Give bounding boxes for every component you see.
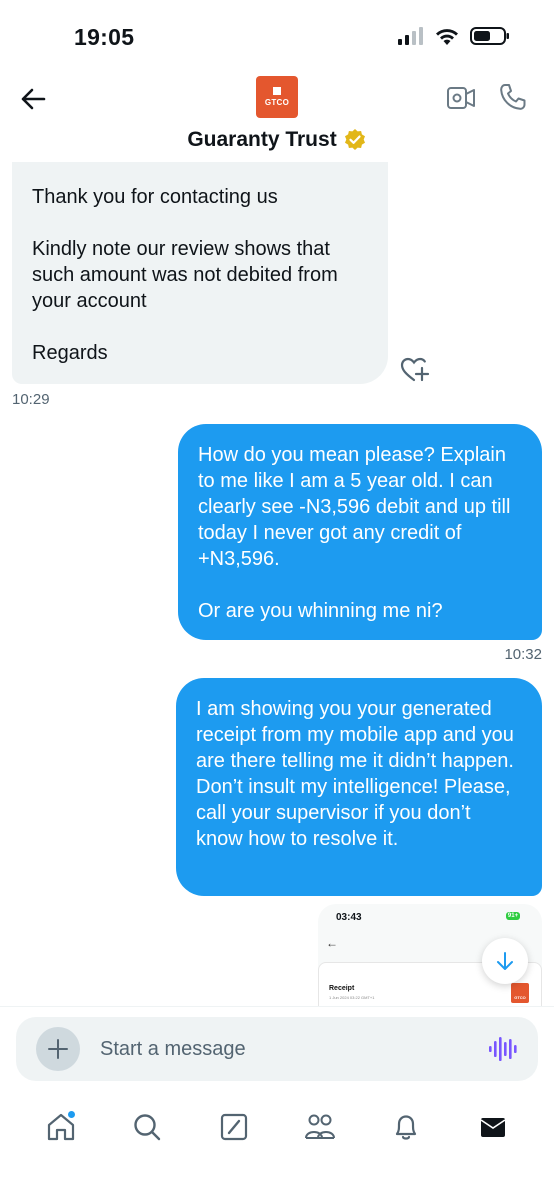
outgoing-message[interactable]: I am showing you your generated receipt … — [176, 678, 542, 896]
outgoing-message[interactable]: How do you mean please? Explain to me li… — [178, 424, 542, 640]
image-status-time: 03:43 — [336, 912, 362, 923]
message-text: Thank you for contacting us — [32, 186, 278, 208]
voice-message-icon[interactable] — [488, 1035, 518, 1063]
image-logo: GTCO — [511, 983, 529, 1003]
wifi-icon — [436, 28, 458, 45]
arrow-down-icon — [497, 952, 513, 970]
nav-grok[interactable] — [212, 1105, 256, 1149]
image-receipt-date: 1 Jun 2024 03:22 GMT+1 — [329, 995, 375, 1000]
messages-icon — [480, 1118, 506, 1137]
bottom-nav — [0, 1092, 554, 1162]
incoming-message[interactable]: Thank you for contacting us Kindly note … — [12, 162, 388, 384]
avatar-logo-mark — [273, 87, 281, 95]
nav-home[interactable] — [39, 1105, 83, 1149]
page-title[interactable]: Guaranty Trust — [187, 128, 336, 152]
arrow-left-icon — [21, 88, 46, 110]
status-icons — [398, 26, 510, 46]
back-button[interactable] — [16, 82, 50, 116]
battery-icon — [470, 27, 509, 45]
image-back-arrow-icon: ← — [326, 936, 338, 950]
communities-icon — [305, 1114, 336, 1139]
status-bar: 19:05 — [0, 0, 554, 70]
phone-icon[interactable] — [498, 82, 528, 112]
video-call-icon[interactable] — [446, 84, 476, 112]
nav-messages[interactable] — [471, 1105, 515, 1149]
nav-communities[interactable] — [298, 1105, 342, 1149]
status-time: 19:05 — [74, 24, 135, 50]
message-text: Regards — [32, 342, 108, 364]
avatar[interactable]: GTCO — [256, 76, 298, 118]
composer-area — [0, 1006, 554, 1088]
message-text: Or are you whinning me ni? — [198, 600, 443, 622]
grok-icon — [220, 1113, 247, 1141]
nav-notifications[interactable] — [384, 1105, 428, 1149]
message-text: Kindly note our review shows that such a… — [32, 238, 338, 312]
image-receipt-title: Receipt — [329, 985, 355, 992]
add-media-button[interactable] — [36, 1027, 80, 1071]
add-reaction-icon[interactable] — [400, 356, 430, 384]
image-battery-badge: 91+ — [506, 912, 520, 920]
verified-badge-icon — [344, 129, 365, 150]
message-composer — [16, 1017, 538, 1081]
message-text: I am showing you your generated receipt … — [196, 698, 514, 850]
cellular-icon — [398, 27, 423, 45]
title-wrap: Guaranty Trust — [0, 128, 554, 152]
scroll-to-bottom-button[interactable] — [482, 938, 528, 984]
nav-search[interactable] — [125, 1105, 169, 1149]
conversation-header: GTCO Guaranty Trust — [0, 70, 554, 162]
notifications-icon — [396, 1115, 417, 1140]
message-time: 10:29 — [12, 391, 50, 408]
search-icon — [134, 1114, 161, 1141]
message-input[interactable] — [100, 1033, 460, 1065]
plus-icon — [48, 1039, 68, 1059]
avatar-text: GTCO — [264, 98, 290, 107]
message-text: How do you mean please? Explain to me li… — [198, 444, 511, 570]
message-time: 10:32 — [504, 646, 542, 663]
